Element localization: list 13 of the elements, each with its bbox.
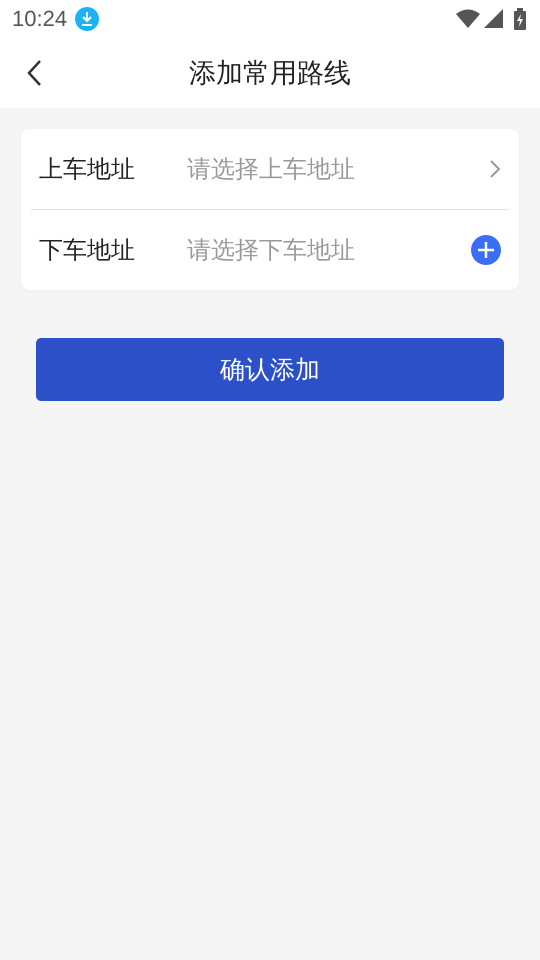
signal-icon xyxy=(484,9,504,29)
address-field[interactable]: 请选择上车地址 xyxy=(185,154,489,184)
confirm-button[interactable]: 确认添加 xyxy=(36,338,504,401)
field-label: 下车地址 xyxy=(39,235,136,266)
field-label: 上车地址 xyxy=(39,154,136,185)
battery-icon xyxy=(514,8,526,30)
add-icon[interactable] xyxy=(471,235,501,265)
wifi-icon xyxy=(456,9,480,29)
status-time: 10:24 xyxy=(12,6,68,32)
chevron-right-icon[interactable] xyxy=(489,159,501,179)
download-icon xyxy=(75,7,100,31)
page-title: 添加常用路线 xyxy=(189,57,351,91)
address-field[interactable]: 请选择下车地址 xyxy=(185,235,471,265)
